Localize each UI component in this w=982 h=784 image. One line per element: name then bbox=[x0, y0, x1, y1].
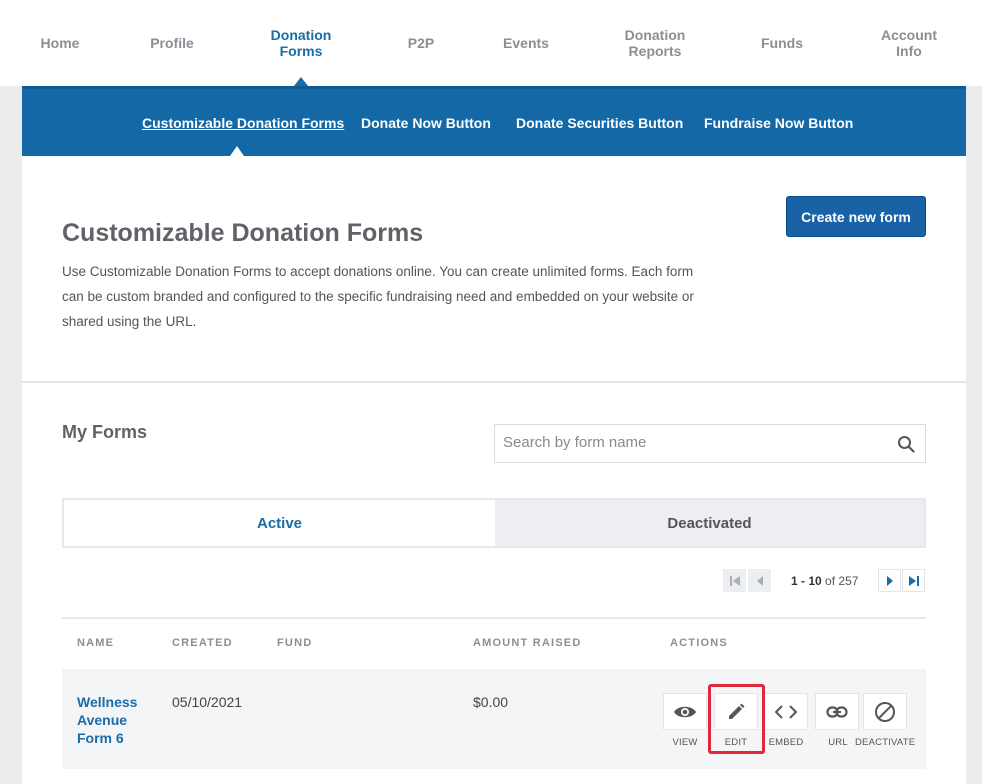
tab-deactivated[interactable]: Deactivated bbox=[495, 500, 924, 546]
embed-button[interactable] bbox=[764, 693, 808, 730]
nav-donation-forms[interactable]: Donation Forms bbox=[258, 0, 344, 86]
code-icon bbox=[775, 704, 797, 719]
prev-page-icon bbox=[756, 575, 763, 586]
link-icon bbox=[826, 705, 848, 718]
search-input[interactable] bbox=[503, 434, 883, 451]
table-header-divider bbox=[62, 617, 926, 619]
next-page-icon bbox=[886, 575, 893, 586]
sub-navigation: Customizable Donation Forms Donate Now B… bbox=[22, 86, 966, 156]
subnav-donate-securities-button[interactable]: Donate Securities Button bbox=[516, 89, 683, 156]
form-amount-raised: $0.00 bbox=[473, 694, 509, 710]
tab-active[interactable]: Active bbox=[64, 500, 495, 546]
col-header-actions: ACTIONS bbox=[670, 637, 728, 649]
col-header-created: CREATED bbox=[172, 637, 233, 649]
deactivate-button[interactable] bbox=[863, 693, 907, 730]
pagination-text: 1 - 10 of 257 bbox=[791, 574, 858, 588]
search-icon[interactable] bbox=[897, 435, 915, 453]
pagination-of: of bbox=[825, 574, 836, 588]
active-subnav-caret bbox=[230, 146, 244, 156]
edit-highlight-box bbox=[708, 684, 765, 754]
nav-p2p[interactable]: P2P bbox=[396, 0, 446, 86]
nav-donation-reports[interactable]: Donation Reports bbox=[612, 0, 698, 86]
embed-label: EMBED bbox=[768, 737, 804, 748]
eye-icon bbox=[674, 706, 696, 717]
view-button[interactable] bbox=[663, 693, 707, 730]
nav-donation-reports-label: Donation Reports bbox=[624, 27, 686, 59]
page-title: Customizable Donation Forms bbox=[62, 219, 424, 247]
ban-icon bbox=[875, 701, 895, 722]
nav-donation-forms-label: Donation Forms bbox=[270, 27, 332, 59]
last-page-icon bbox=[908, 575, 919, 586]
form-name-link[interactable]: Wellness Avenue Form 6 bbox=[77, 693, 157, 747]
prev-page-button[interactable] bbox=[748, 569, 771, 592]
nav-account-info-label: Account Info bbox=[881, 27, 937, 59]
pagination-total: 257 bbox=[838, 574, 859, 588]
form-status-tabs: Active Deactivated bbox=[62, 498, 926, 548]
col-header-fund: FUND bbox=[277, 637, 313, 649]
my-forms-heading: My Forms bbox=[62, 422, 148, 442]
nav-funds[interactable]: Funds bbox=[752, 0, 812, 86]
nav-events[interactable]: Events bbox=[496, 0, 556, 86]
subnav-donate-now-button[interactable]: Donate Now Button bbox=[361, 89, 491, 156]
search-box bbox=[494, 424, 926, 463]
first-page-icon bbox=[729, 575, 740, 586]
section-divider bbox=[22, 381, 966, 383]
subnav-fundraise-now-button[interactable]: Fundraise Now Button bbox=[704, 89, 853, 156]
nav-home[interactable]: Home bbox=[30, 0, 90, 86]
next-page-button[interactable] bbox=[878, 569, 901, 592]
nav-profile[interactable]: Profile bbox=[136, 0, 208, 86]
col-header-name: NAME bbox=[77, 637, 115, 649]
first-page-button[interactable] bbox=[723, 569, 746, 592]
create-new-form-button[interactable]: Create new form bbox=[786, 196, 926, 237]
nav-account-info[interactable]: Account Info bbox=[872, 0, 946, 86]
url-button[interactable] bbox=[815, 693, 859, 730]
deactivate-label: DEACTIVATE bbox=[855, 737, 916, 748]
top-navigation: Home Profile Donation Forms P2P Events D… bbox=[0, 0, 982, 86]
col-header-amount-raised: AMOUNT RAISED bbox=[473, 637, 582, 649]
page-description: Use Customizable Donation Forms to accep… bbox=[62, 264, 694, 329]
form-created-date: 05/10/2021 bbox=[172, 694, 243, 710]
active-nav-caret bbox=[294, 77, 308, 86]
last-page-button[interactable] bbox=[902, 569, 925, 592]
pagination-range: 1 - 10 bbox=[791, 574, 822, 588]
